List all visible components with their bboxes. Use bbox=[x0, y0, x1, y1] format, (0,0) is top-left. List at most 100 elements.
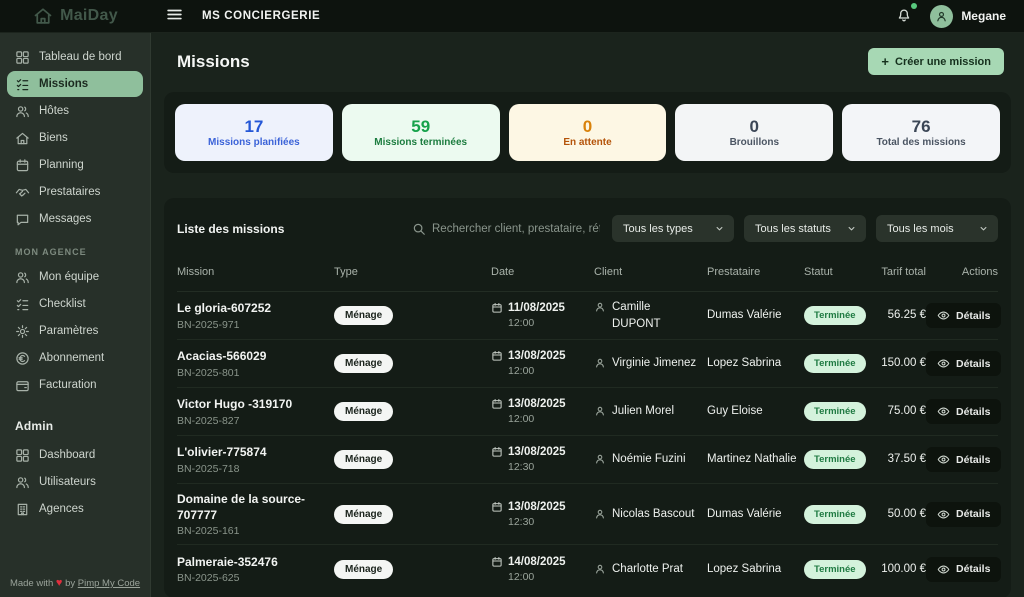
column-header-prestataire: Prestataire bbox=[707, 266, 804, 278]
date-cell: 13/08/2025 12:30 bbox=[491, 501, 594, 528]
details-button[interactable]: Détails bbox=[926, 557, 1001, 582]
table-row: Victor Hugo -319170 BN-2025-827 Ménage 1… bbox=[177, 388, 998, 436]
agency-name: MS CONCIERGERIE bbox=[202, 10, 320, 22]
sidebar-item-label: Prestataires bbox=[39, 186, 100, 198]
stat-card-brouillons[interactable]: 0 Brouillons bbox=[675, 104, 833, 161]
eye-icon bbox=[937, 357, 950, 370]
stat-card-en-attente[interactable]: 0 En attente bbox=[509, 104, 667, 161]
time-value: 12:30 bbox=[508, 461, 594, 473]
sidebar-item-tableau-de-bord[interactable]: Tableau de bord bbox=[0, 44, 150, 70]
footer-text: Made with bbox=[10, 578, 53, 589]
date-value: 14/08/2025 bbox=[508, 556, 566, 568]
brand-logo[interactable]: MaiDay bbox=[0, 0, 151, 32]
sidebar: Tableau de bord Missions Hôtes Biens Pla… bbox=[0, 33, 151, 597]
status-badge: Terminée bbox=[804, 560, 866, 579]
stat-card-missions-planifiees[interactable]: 17 Missions planifiées bbox=[175, 104, 333, 161]
sidebar-item-label: Paramètres bbox=[39, 325, 98, 337]
grid-icon bbox=[15, 448, 30, 463]
tarif-cell: 50.00 € bbox=[874, 506, 926, 523]
home-logo-icon bbox=[33, 6, 53, 26]
sidebar-item-biens[interactable]: Biens bbox=[0, 125, 150, 151]
time-value: 12:00 bbox=[508, 317, 594, 329]
tarif-cell: 150.00 € bbox=[874, 355, 926, 372]
mission-name: Acacias-566029 bbox=[177, 348, 334, 364]
sidebar-item-hotes[interactable]: Hôtes bbox=[0, 98, 150, 124]
filter-mois-select[interactable]: Tous les mois bbox=[876, 215, 998, 242]
stat-value: 0 bbox=[750, 118, 759, 135]
date-value: 13/08/2025 bbox=[508, 446, 566, 458]
person-icon bbox=[594, 563, 606, 575]
plus-icon: + bbox=[881, 55, 889, 68]
client-cell: Charlotte Prat bbox=[594, 561, 707, 577]
sidebar-item-utilisateurs[interactable]: Utilisateurs bbox=[0, 469, 150, 495]
search-box bbox=[412, 222, 602, 236]
sidebar-item-missions[interactable]: Missions bbox=[7, 71, 143, 97]
type-cell: Ménage bbox=[334, 450, 491, 469]
calendar-icon bbox=[491, 350, 503, 362]
statut-cell: Terminée bbox=[804, 560, 874, 579]
person-icon bbox=[594, 301, 606, 313]
column-header-date: Date bbox=[491, 266, 594, 278]
details-button[interactable]: Détails bbox=[926, 447, 1001, 472]
footer-link[interactable]: Pimp My Code bbox=[78, 578, 140, 589]
eye-icon bbox=[937, 309, 950, 322]
column-header-type: Type bbox=[334, 266, 491, 278]
statut-cell: Terminée bbox=[804, 402, 874, 421]
type-cell: Ménage bbox=[334, 560, 491, 579]
sidebar-item-mon-equipe[interactable]: Mon équipe bbox=[0, 264, 150, 290]
table-row: Le gloria-607252 BN-2025-971 Ménage 11/0… bbox=[177, 292, 998, 340]
sidebar-item-label: Hôtes bbox=[39, 105, 69, 117]
details-button[interactable]: Détails bbox=[926, 303, 1001, 328]
mission-reference: BN-2025-625 bbox=[177, 572, 334, 584]
stat-label: Missions terminées bbox=[374, 137, 467, 148]
user-avatar[interactable] bbox=[930, 5, 953, 28]
filter-mois-value: Tous les mois bbox=[887, 223, 954, 235]
sidebar-item-parametres[interactable]: Paramètres bbox=[0, 318, 150, 344]
search-input[interactable] bbox=[432, 223, 600, 235]
sidebar-item-dashboard[interactable]: Dashboard bbox=[0, 442, 150, 468]
notifications-button[interactable] bbox=[894, 5, 914, 28]
type-cell: Ménage bbox=[334, 354, 491, 373]
hamburger-menu-icon[interactable] bbox=[164, 4, 185, 28]
bell-icon bbox=[896, 7, 912, 23]
sidebar-item-facturation[interactable]: Facturation bbox=[0, 372, 150, 398]
users-icon bbox=[15, 104, 30, 119]
sidebar-item-label: Dashboard bbox=[39, 449, 95, 461]
time-value: 12:30 bbox=[508, 516, 594, 528]
time-value: 12:00 bbox=[508, 365, 594, 377]
prestataire-name: Martinez Nathalie bbox=[707, 453, 796, 465]
sidebar-item-agences[interactable]: Agences bbox=[0, 496, 150, 522]
filter-types-select[interactable]: Tous les types bbox=[612, 215, 734, 242]
sidebar-item-planning[interactable]: Planning bbox=[0, 152, 150, 178]
details-label: Détails bbox=[956, 358, 990, 370]
tarif-cell: 75.00 € bbox=[874, 403, 926, 420]
app-window: MaiDay MS CONCIERGERIE Megane Tableau de… bbox=[0, 0, 1024, 597]
mission-name: L'olivier-775874 bbox=[177, 444, 334, 460]
sidebar-item-abonnement[interactable]: Abonnement bbox=[0, 345, 150, 371]
prestataire-cell: Lopez Sabrina bbox=[707, 561, 804, 577]
notification-dot bbox=[911, 3, 917, 9]
create-mission-button[interactable]: + Créer une mission bbox=[868, 48, 1004, 75]
type-badge: Ménage bbox=[334, 560, 393, 579]
user-name[interactable]: Megane bbox=[961, 9, 1006, 23]
details-button[interactable]: Détails bbox=[926, 351, 1001, 376]
status-badge: Terminée bbox=[804, 306, 866, 325]
date-value: 13/08/2025 bbox=[508, 398, 566, 410]
sidebar-admin-nav: Dashboard Utilisateurs Agences bbox=[0, 441, 150, 523]
sidebar-item-checklist[interactable]: Checklist bbox=[0, 291, 150, 317]
details-button[interactable]: Détails bbox=[926, 399, 1001, 424]
calendar-icon bbox=[15, 158, 30, 173]
sidebar-item-messages[interactable]: Messages bbox=[0, 206, 150, 232]
sidebar-item-prestataires[interactable]: Prestataires bbox=[0, 179, 150, 205]
sidebar-item-label: Mon équipe bbox=[39, 271, 99, 283]
mission-name: Domaine de la source-707777 bbox=[177, 491, 334, 523]
person-icon bbox=[935, 10, 948, 23]
details-button[interactable]: Détails bbox=[926, 502, 1001, 527]
filter-statuts-select[interactable]: Tous les statuts bbox=[744, 215, 866, 242]
person-icon bbox=[594, 453, 606, 465]
house-icon bbox=[15, 131, 30, 146]
table-row: L'olivier-775874 BN-2025-718 Ménage 13/0… bbox=[177, 436, 998, 484]
create-mission-label: Créer une mission bbox=[895, 56, 991, 68]
stat-card-total-missions[interactable]: 76 Total des missions bbox=[842, 104, 1000, 161]
stat-card-missions-terminees[interactable]: 59 Missions terminées bbox=[342, 104, 500, 161]
